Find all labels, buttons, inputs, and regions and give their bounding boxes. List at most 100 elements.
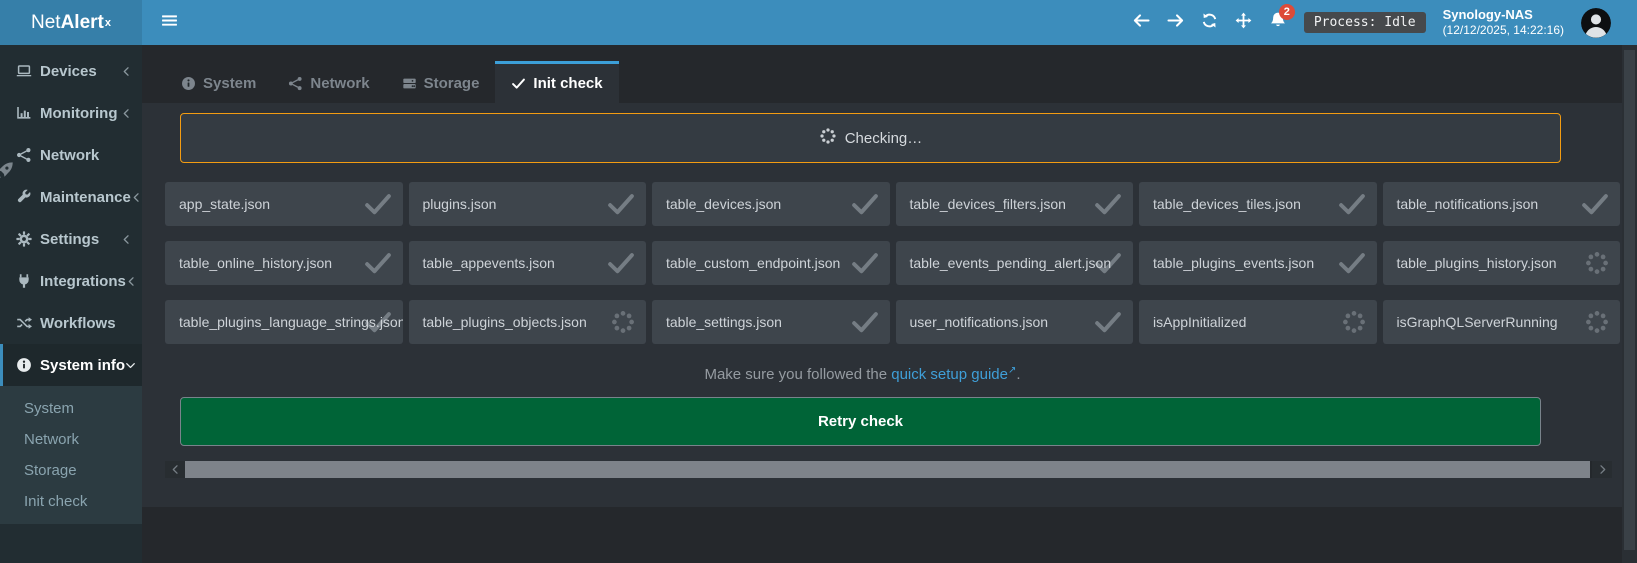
tile-label: table_devices.json	[666, 196, 781, 212]
move-button[interactable]	[1235, 12, 1252, 34]
tile-label: table_devices_tiles.json	[1153, 196, 1301, 212]
tile-label: table_plugins_language_strings.json	[179, 314, 403, 330]
init-check-tile: table_appevents.json	[409, 241, 647, 285]
tab-label: Init check	[533, 75, 602, 92]
setup-hint: Make sure you followed the quick setup g…	[165, 365, 1560, 383]
sidebar-item-label: Devices	[40, 63, 97, 80]
angle-right-icon	[1597, 464, 1608, 475]
top-navbar: NetAlertx 2 Process: Idle Synology-NAS (…	[0, 0, 1637, 45]
notifications-bell-button[interactable]: 2	[1269, 11, 1287, 34]
init-check-tile: isGraphQLServerRunning	[1383, 300, 1621, 344]
history-forward-button[interactable]	[1167, 12, 1184, 34]
sidebar-subitem-storage[interactable]: Storage	[0, 455, 142, 486]
sidebar-item-label: System info	[40, 357, 125, 374]
tab-system[interactable]: System	[165, 61, 272, 103]
history-back-button[interactable]	[1133, 12, 1150, 34]
check-icon	[1580, 189, 1610, 219]
vertical-scrollbar-thumb[interactable]	[1624, 50, 1635, 550]
tile-label: app_state.json	[179, 196, 270, 212]
angle-left-icon	[170, 464, 181, 475]
refresh-button[interactable]	[1201, 12, 1218, 34]
tab-init-check[interactable]: Init check	[495, 61, 618, 103]
init-check-tile: table_devices_tiles.json	[1139, 182, 1377, 226]
notification-count-badge: 2	[1279, 4, 1295, 20]
angle-left-icon	[131, 192, 142, 203]
arrow-left-icon	[1133, 12, 1150, 29]
init-check-tile: table_devices_filters.json	[896, 182, 1134, 226]
init-check-tile: table_plugins_events.json	[1139, 241, 1377, 285]
tab-network[interactable]: Network	[272, 61, 385, 103]
hint-text-suffix: .	[1016, 366, 1020, 383]
spinner-icon	[819, 127, 837, 145]
host-timestamp: (12/12/2025, 14:22:16)	[1443, 23, 1564, 38]
init-check-panel: Checking… app_state.jsonplugins.jsontabl…	[142, 103, 1637, 507]
init-check-tile: table_notifications.json	[1383, 182, 1621, 226]
user-avatar[interactable]	[1581, 8, 1611, 38]
spinner-icon	[610, 309, 636, 335]
check-icon	[850, 248, 880, 278]
check-icon	[511, 76, 526, 91]
init-check-tile: table_devices.json	[652, 182, 890, 226]
sidebar-item-monitoring[interactable]: Monitoring	[0, 92, 142, 134]
quick-setup-guide-link[interactable]: quick setup guide↗	[891, 366, 1016, 383]
sidebar-item-system-info[interactable]: System info	[0, 344, 142, 386]
laptop-icon	[16, 63, 32, 79]
retry-check-button[interactable]: Retry check	[180, 397, 1541, 446]
sidebar-item-maintenance[interactable]: Maintenance	[0, 176, 142, 218]
hint-link-text: quick setup guide	[891, 366, 1008, 383]
sidebar-subitem-system[interactable]: System	[0, 393, 142, 424]
sidebar-item-label: Monitoring	[40, 105, 117, 122]
angle-left-icon	[121, 234, 132, 245]
network-icon	[16, 147, 32, 163]
sidebar-subitem-init-check[interactable]: Init check	[0, 486, 142, 517]
tile-label: table_plugins_objects.json	[423, 314, 587, 330]
scroll-right-button[interactable]	[1592, 461, 1612, 478]
init-check-tile: table_custom_endpoint.json	[652, 241, 890, 285]
sidebar-item-settings[interactable]: Settings	[0, 218, 142, 260]
tab-label: Network	[310, 75, 369, 92]
tile-label: table_events_pending_alert.json	[910, 255, 1112, 271]
spinner-icon	[1584, 309, 1610, 335]
gear-icon	[16, 231, 32, 247]
sidebar-item-devices[interactable]: Devices	[0, 50, 142, 92]
init-check-grid: app_state.jsonplugins.jsontable_devices.…	[165, 182, 1620, 344]
storage-icon	[402, 76, 417, 91]
check-icon	[606, 248, 636, 278]
process-status-badge: Process: Idle	[1304, 12, 1426, 33]
init-check-tile: app_state.json	[165, 182, 403, 226]
sidebar-item-label: Maintenance	[40, 189, 131, 206]
tile-label: table_settings.json	[666, 314, 782, 330]
tile-label: isAppInitialized	[1153, 314, 1246, 330]
tab-storage[interactable]: Storage	[386, 61, 496, 103]
init-check-tile: isAppInitialized	[1139, 300, 1377, 344]
angle-left-icon	[121, 66, 132, 77]
sidebar-item-network[interactable]: Network	[0, 134, 142, 176]
angle-left-icon	[126, 276, 137, 287]
check-icon	[850, 189, 880, 219]
tile-label: table_plugins_history.json	[1397, 255, 1557, 271]
wrench-icon	[16, 189, 32, 205]
hamburger-icon	[161, 12, 178, 29]
sidebar-subitem-network[interactable]: Network	[0, 424, 142, 455]
navbar-right-cluster: 2 Process: Idle Synology-NAS (12/12/2025…	[1133, 7, 1637, 38]
init-check-tile: table_settings.json	[652, 300, 890, 344]
user-icon	[1581, 8, 1611, 38]
check-icon	[1337, 248, 1367, 278]
init-check-tile: table_plugins_language_strings.json	[165, 300, 403, 344]
check-icon	[1337, 189, 1367, 219]
sidebar-item-integrations[interactable]: Integrations	[0, 260, 142, 302]
hint-text-prefix: Make sure you followed the	[704, 366, 891, 383]
tile-label: table_notifications.json	[1397, 196, 1539, 212]
horizontal-scrollbar-thumb[interactable]	[185, 461, 1590, 478]
sidebar-item-workflows[interactable]: Workflows	[0, 302, 142, 344]
sidebar-menu: Devices Monitoring Network Maintenance Setti…	[0, 45, 142, 524]
check-icon	[363, 189, 393, 219]
sidebar-toggle-button[interactable]	[155, 6, 184, 40]
init-check-tile: table_plugins_history.json	[1383, 241, 1621, 285]
brand-name-bold: Alert	[61, 12, 104, 34]
horizontal-scrollbar	[165, 461, 1612, 478]
tile-label: table_plugins_events.json	[1153, 255, 1314, 271]
brand-logo[interactable]: NetAlertx	[0, 0, 142, 45]
sidebar-item-label: Settings	[40, 231, 99, 248]
scroll-left-button[interactable]	[165, 461, 185, 478]
